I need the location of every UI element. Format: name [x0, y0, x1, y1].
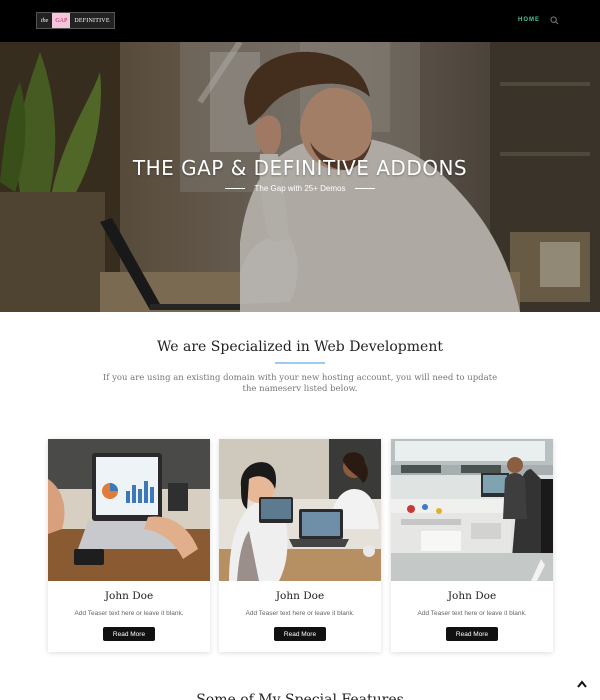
- subtitle-line-right: [355, 188, 376, 190]
- card-teaser: Add Teaser text here or leave it blank.: [417, 610, 527, 617]
- logo-text-definitive: DEFINITIVE: [70, 13, 114, 28]
- hero-banner: THE GAP & DEFINITIVE ADDONS The Gap with…: [0, 42, 600, 312]
- card-teaser: Add Teaser text here or leave it blank.: [74, 610, 184, 617]
- card-name: John Doe: [104, 590, 154, 602]
- card-photo-office-women: [219, 439, 381, 581]
- chevron-up-icon[interactable]: [576, 679, 588, 689]
- site-header: the GAP DEFINITIVE HOME: [0, 0, 600, 42]
- team-card: John Doe Add Teaser text here or leave i…: [48, 439, 210, 652]
- hero-subtitle-text: The Gap with 25+ Demos: [254, 184, 346, 193]
- card-name: John Doe: [447, 590, 497, 602]
- logo-text-the: the: [37, 13, 53, 28]
- nav-home-link[interactable]: HOME: [518, 17, 540, 23]
- site-logo[interactable]: the GAP DEFINITIVE: [36, 12, 115, 29]
- card-name: John Doe: [275, 590, 325, 602]
- section-title: We are Specialized in Web Development: [157, 339, 443, 355]
- search-icon[interactable]: [550, 16, 559, 25]
- team-card: John Doe Add Teaser text here or leave i…: [391, 439, 553, 652]
- card-photo-laptop-analytics: [48, 439, 210, 581]
- read-more-button[interactable]: Read More: [103, 627, 155, 641]
- team-card: John Doe Add Teaser text here or leave i…: [219, 439, 381, 652]
- read-more-button[interactable]: Read More: [274, 627, 326, 641]
- card-photo-open-office: [391, 439, 553, 581]
- logo-text-gap: GAP: [52, 13, 71, 28]
- card-teaser: Add Teaser text here or leave it blank.: [245, 610, 355, 617]
- read-more-button[interactable]: Read More: [446, 627, 498, 641]
- hero-title: THE GAP & DEFINITIVE ADDONS: [132, 156, 468, 180]
- subtitle-line-left: [224, 188, 245, 190]
- next-section-title: Some of My Special Features: [196, 692, 404, 700]
- hero-subtitle: The Gap with 25+ Demos: [0, 184, 600, 193]
- section-divider: [275, 362, 325, 364]
- section-description: If you are using an existing domain with…: [102, 373, 498, 394]
